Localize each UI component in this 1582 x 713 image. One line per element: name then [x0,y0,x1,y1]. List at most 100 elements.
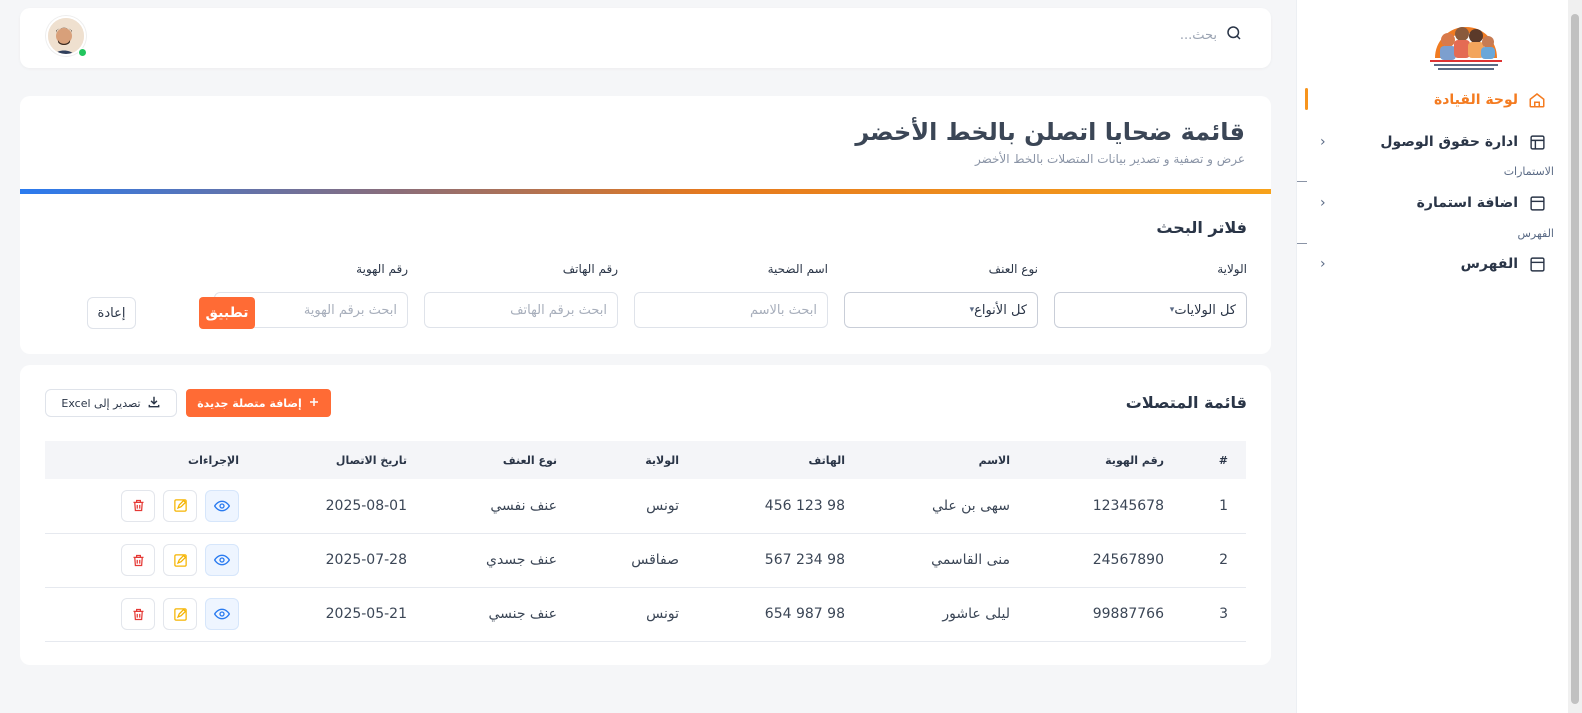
row-actions [45,479,257,534]
row-number: 3 [1182,587,1246,642]
column-header: الإجراءات [45,441,257,479]
sidebar-caption-forms: الاستمارات [1503,165,1554,178]
sidebar-item-access-rights[interactable]: ادارة حقوق الوصول ‹ [1320,128,1546,156]
chevron-down-icon: ▾ [969,305,975,315]
trash-icon [133,500,143,512]
eye-icon [214,554,230,566]
add-caller-button[interactable]: إضافة متصلة جديدة [186,389,331,417]
sidebar-caption-index: الفهرس [1517,227,1554,240]
trash-icon [133,554,143,566]
chevron-left-icon: ‹ [1320,195,1326,211]
apply-button[interactable]: تطبيق [199,297,255,329]
scrollbar-thumb[interactable] [1571,14,1579,704]
search-box[interactable] [1077,24,1243,46]
sidebar-divider [1297,243,1307,244]
victim-name-label: اسم الضحية [767,262,828,276]
page-subtitle: عرض و تصفية و تصدير بيانات المتصلات بالخ… [974,152,1245,166]
sidebar-item-label: لوحة القيادة [1433,92,1518,108]
sidebar-item-add-form[interactable]: اضافة استمارة ‹ [1320,189,1546,217]
violence-type-select[interactable]: كل الأنواع ▾ [844,292,1038,328]
victim-name-input[interactable] [634,292,828,328]
column-header: تاريخ الاتصال [257,441,425,479]
column-header: الولاية [575,441,697,479]
row-violence-type: عنف جنسي [425,587,575,642]
layout-icon [1528,133,1546,151]
sidebar-item-index[interactable]: الفهرس ‹ [1320,250,1546,278]
window-icon [1528,255,1546,273]
list-title: قائمة المتصلات [1125,393,1247,412]
edit-button[interactable] [163,598,197,630]
phone-input[interactable] [424,292,618,328]
page-header: قائمة ضحايا اتصلن بالخط الأخضر عرض و تصف… [20,96,1271,194]
column-header: الاسم [863,441,1028,479]
sidebar-divider [1297,181,1307,182]
row-date: 2025-07-28 [257,533,425,588]
edit-icon [173,499,187,512]
sidebar-item-label: ادارة حقوق الوصول [1380,134,1518,150]
row-state: تونس [575,479,697,534]
row-state: صفاقس [575,533,697,588]
column-header: نوع العنف [425,441,575,479]
row-violence-type: عنف جسدي [425,533,575,588]
organization-logo [1426,10,1506,72]
search-input[interactable] [1077,27,1217,43]
download-icon [147,395,161,412]
row-date: 2025-08-01 [257,479,425,534]
column-header: الهاتف [697,441,863,479]
callers-table: # رقم الهوية الاسم الهاتف الولاية نوع ال… [45,441,1246,642]
callers-list-panel: قائمة المتصلات إضافة متصلة جديدة تصدير إ… [20,365,1271,665]
online-status-dot [78,48,87,57]
table-row: 1 12345678 سهى بن علي 98 123 456 تونس عن… [45,479,1246,534]
row-date: 2025-05-21 [257,587,425,642]
violence-type-label: نوع العنف [988,262,1038,276]
column-header: رقم الهوية [1028,441,1182,479]
edit-button[interactable] [163,489,197,522]
row-number: 2 [1182,533,1246,588]
filters-panel: فلاتر البحث الولاية نوع العنف اسم الضحية… [20,194,1271,354]
row-id: 12345678 [1028,479,1182,534]
filters-title: فلاتر البحث [1156,218,1247,237]
table-row: 3 99887766 ليلى عاشور 98 987 654 تونس عن… [45,587,1246,642]
table-row: 2 24567890 منى القاسمي 98 234 567 صفاقس … [45,533,1246,588]
delete-button[interactable] [121,598,155,630]
sidebar-item-label: الفهرس [1460,256,1518,272]
row-name: ليلى عاشور [863,587,1028,642]
page-title: قائمة ضحايا اتصلن بالخط الأخضر [855,118,1245,146]
delete-button[interactable] [121,489,155,522]
eye-icon [214,608,230,620]
row-number: 1 [1182,479,1246,534]
view-button[interactable] [205,489,239,522]
trash-icon [133,608,143,620]
row-phone: 98 987 654 [697,587,863,642]
home-icon [1528,91,1546,109]
row-phone: 98 123 456 [697,479,863,534]
page-scrollbar[interactable] [1568,0,1582,713]
edit-button[interactable] [163,544,197,576]
export-excel-button[interactable]: تصدير إلى Excel [45,389,177,417]
row-phone: 98 234 567 [697,533,863,588]
row-violence-type: عنف نفسي [425,479,575,534]
row-state: تونس [575,587,697,642]
add-caller-label: إضافة متصلة جديدة [197,396,302,410]
state-select-value: كل الولايات [1174,302,1236,318]
table-header-row: # رقم الهوية الاسم الهاتف الولاية نوع ال… [45,441,1246,479]
active-indicator [1305,88,1308,110]
delete-button[interactable] [121,544,155,576]
violence-type-select-value: كل الأنواع [974,302,1027,318]
plus-icon [308,396,320,411]
view-button[interactable] [205,598,239,630]
reset-button[interactable]: إعادة [87,297,136,329]
id-label: رقم الهوية [356,262,408,276]
sidebar-item-dashboard[interactable]: لوحة القيادة [1320,86,1546,114]
view-button[interactable] [205,544,239,576]
window-icon [1528,194,1546,212]
row-id: 24567890 [1028,533,1182,588]
state-select[interactable]: كل الولايات ▾ [1054,292,1247,328]
row-id: 99887766 [1028,587,1182,642]
column-header: # [1182,441,1246,479]
state-label: الولاية [1217,262,1247,276]
row-actions [45,587,257,642]
chevron-left-icon: ‹ [1320,256,1326,272]
chevron-left-icon: ‹ [1320,134,1326,150]
sidebar-item-label: اضافة استمارة [1416,195,1518,211]
